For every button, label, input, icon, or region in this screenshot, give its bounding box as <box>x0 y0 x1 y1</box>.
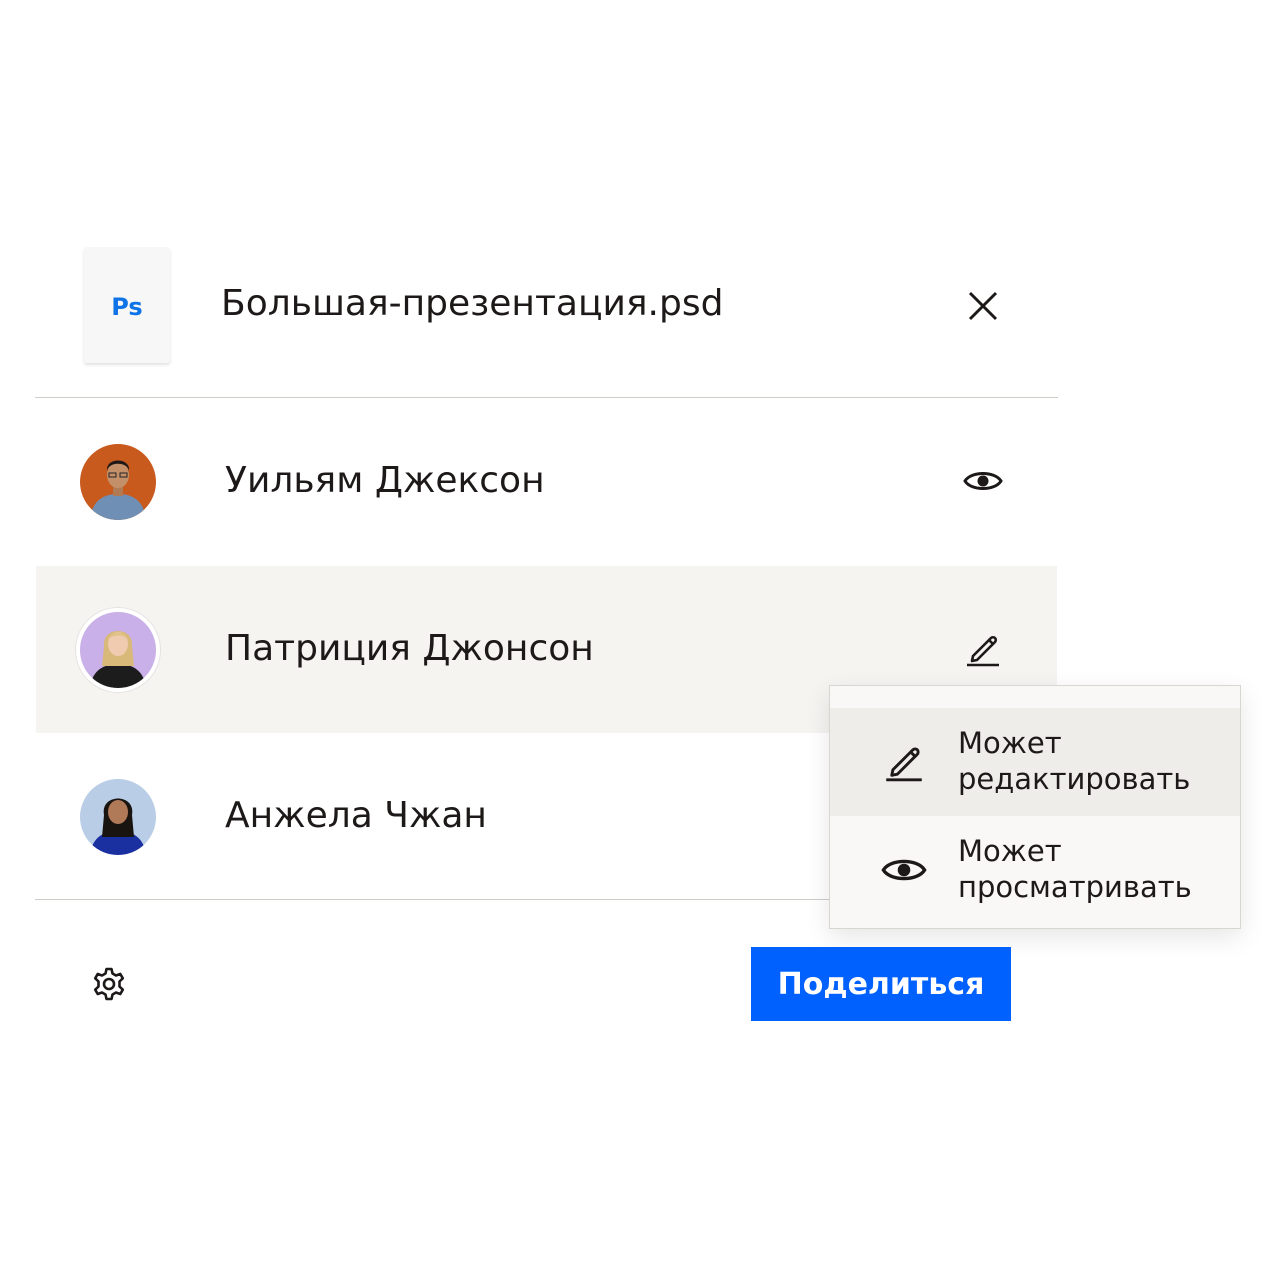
pencil-icon <box>880 738 928 786</box>
share-button[interactable]: Поделиться <box>751 947 1011 1021</box>
avatar <box>80 779 156 855</box>
menu-item-label: Может редактировать <box>958 726 1191 796</box>
person-row[interactable]: Уильям Джексон <box>36 398 1057 565</box>
person-name: Уильям Джексон <box>225 460 545 501</box>
permission-menu: Может редактировать Может просматривать <box>829 685 1241 929</box>
menu-item-can-view[interactable]: Может просматривать <box>830 816 1240 924</box>
person-name: Анжела Чжан <box>225 795 487 836</box>
close-icon <box>968 291 998 321</box>
person-name: Патриция Джонсон <box>225 628 594 669</box>
psd-file-icon: Ps <box>84 247 170 363</box>
close-button[interactable] <box>958 281 1008 331</box>
file-type-badge: Ps <box>111 293 143 321</box>
avatar <box>80 612 156 688</box>
avatar <box>80 444 156 520</box>
eye-icon <box>963 472 1003 490</box>
share-dialog: Ps Большая-презентация.psd Уильям Джексо… <box>0 0 1280 1280</box>
file-name: Большая-презентация.psd <box>221 283 724 324</box>
permission-toggle[interactable] <box>958 456 1008 506</box>
pencil-icon <box>967 635 999 667</box>
gear-icon <box>93 967 125 1001</box>
eye-icon <box>880 846 928 894</box>
permission-toggle[interactable] <box>958 624 1008 674</box>
menu-item-can-edit[interactable]: Может редактировать <box>830 708 1240 816</box>
menu-item-label: Может просматривать <box>958 834 1192 904</box>
settings-button[interactable] <box>86 961 132 1007</box>
